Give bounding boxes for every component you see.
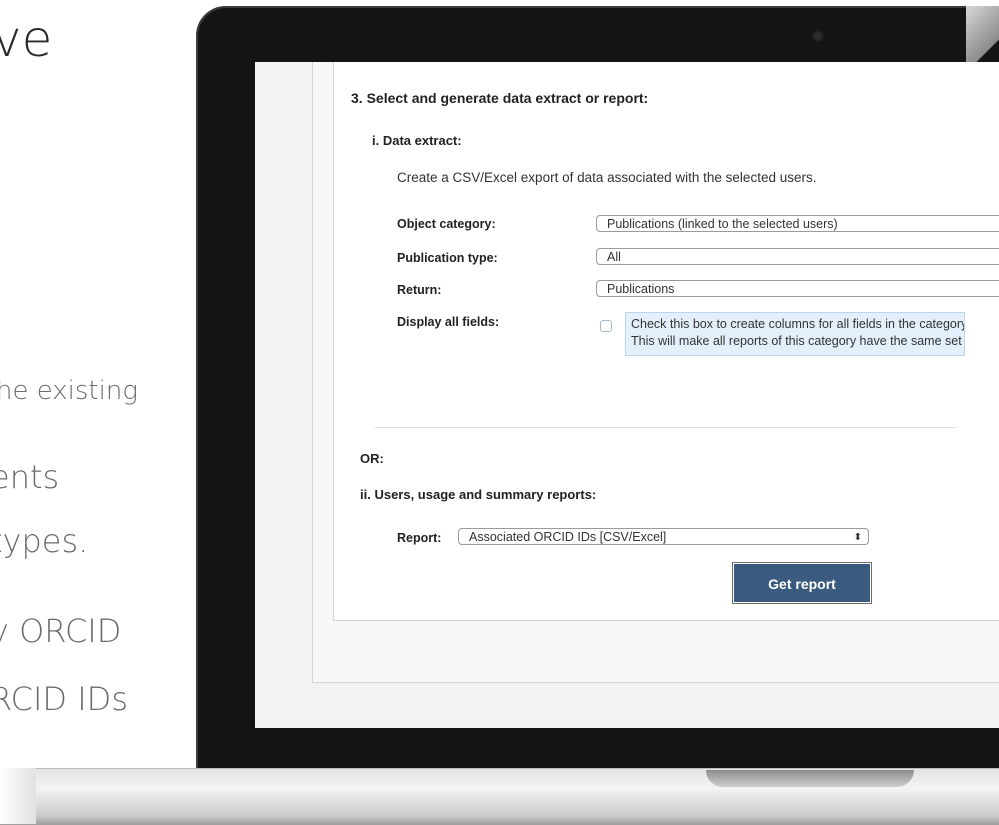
display-all-fields-hint: Check this box to create columns for all… (625, 312, 965, 356)
display-all-fields-label: Display all fields: (397, 315, 500, 329)
display-all-fields-checkbox[interactable] (600, 320, 612, 332)
laptop-hinge-notch (706, 770, 914, 787)
reports-heading: ii. Users, usage and summary reports: (360, 487, 597, 502)
report-label: Report: (397, 531, 442, 545)
slide-text-line: types. (0, 522, 89, 560)
or-label: OR: (360, 451, 384, 466)
data-extract-description: Create a CSV/Excel export of data associ… (397, 170, 817, 185)
report-value: Associated ORCID IDs [CSV/Excel] (469, 530, 667, 544)
hint-line-2: This will make all reports of this categ… (631, 334, 965, 348)
hint-line-1: Check this box to create columns for all… (631, 317, 965, 331)
object-category-value: Publications (linked to the selected use… (607, 217, 838, 231)
laptop-base-edge (0, 768, 36, 824)
publication-type-select[interactable]: All (596, 248, 999, 265)
return-select[interactable]: Publications (596, 280, 999, 297)
bezel-corner (966, 6, 999, 66)
laptop-screen: 3. Select and generate data extract or r… (255, 62, 999, 728)
camera-icon (812, 30, 824, 42)
slide-text-line: ents (0, 458, 60, 496)
slide-title: ve (0, 10, 53, 68)
slide-text-line: y ORCID (0, 612, 122, 650)
object-category-label: Object category: (397, 217, 496, 231)
get-report-button[interactable]: Get report (732, 562, 872, 604)
data-extract-heading: i. Data extract: (372, 133, 462, 148)
slide-text-line: he existing (0, 376, 138, 406)
report-select[interactable]: Associated ORCID IDs [CSV/Excel] ⬍ (458, 528, 869, 545)
section-divider (375, 427, 955, 428)
publication-type-value: All (607, 250, 621, 264)
slide-text-line: RCID IDs (0, 680, 128, 718)
return-value: Publications (607, 282, 675, 296)
object-category-select[interactable]: Publications (linked to the selected use… (596, 215, 999, 232)
publication-type-label: Publication type: (397, 251, 498, 265)
section-heading: 3. Select and generate data extract or r… (351, 90, 649, 106)
updown-chevron-icon: ⬍ (853, 532, 862, 543)
return-label: Return: (397, 283, 442, 297)
